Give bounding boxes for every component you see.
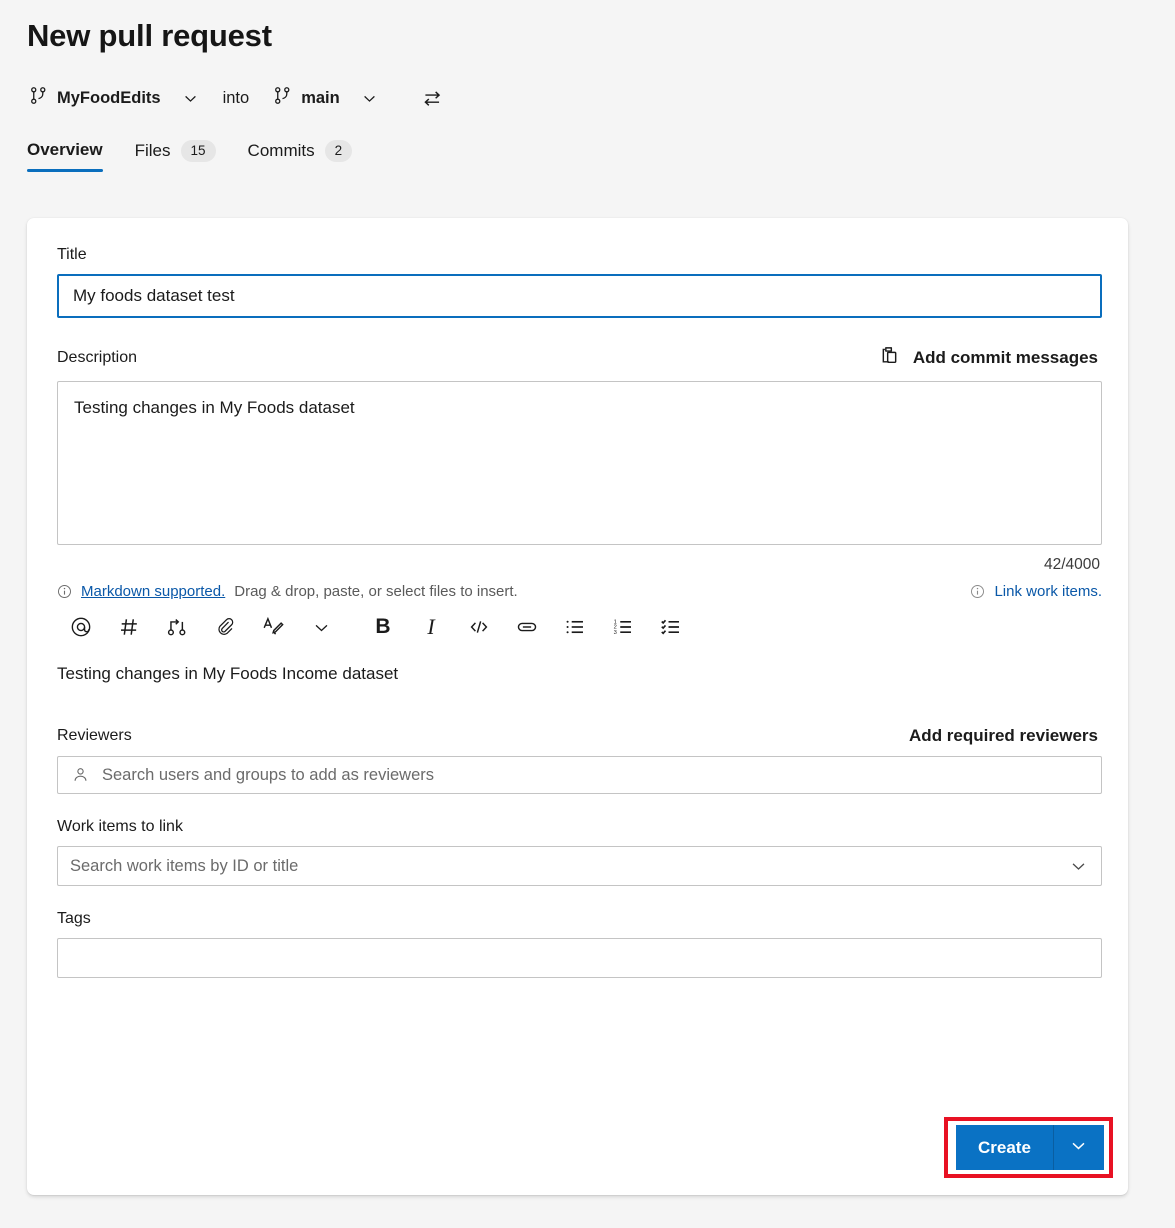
page-title: New pull request <box>27 18 272 54</box>
work-items-label: Work items to link <box>57 818 1102 836</box>
chevron-down-icon[interactable] <box>361 90 378 107</box>
info-icon <box>970 584 985 599</box>
tab-overview[interactable]: Overview <box>27 140 103 172</box>
tab-files-label: Files <box>135 141 171 161</box>
italic-icon[interactable]: I <box>407 610 455 644</box>
tab-files-count: 15 <box>181 140 216 162</box>
reviewers-input[interactable] <box>57 756 1102 794</box>
work-item-hash-icon[interactable] <box>105 610 153 644</box>
tab-overview-label: Overview <box>27 140 103 160</box>
description-label: Description <box>57 349 137 367</box>
title-label: Title <box>57 246 1102 264</box>
chevron-down-icon[interactable] <box>1069 857 1088 876</box>
tags-input[interactable] <box>57 938 1102 978</box>
bold-icon[interactable]: B <box>359 610 407 644</box>
code-icon[interactable] <box>455 610 503 644</box>
source-branch-selector[interactable]: MyFoodEdits <box>27 84 201 112</box>
into-label: into <box>223 89 250 108</box>
checklist-icon[interactable] <box>647 610 695 644</box>
markdown-toolbar: B I 1 <box>57 610 1102 644</box>
work-items-field <box>57 846 1102 886</box>
pull-request-tabs: Overview Files 15 Commits 2 <box>27 140 384 174</box>
source-branch-name: MyFoodEdits <box>57 89 161 108</box>
pull-request-form-card: Title Description Add commit messages <box>27 218 1128 1195</box>
markdown-hint: Markdown supported. Drag & drop, paste, … <box>57 583 518 600</box>
chevron-down-icon[interactable] <box>297 610 345 644</box>
bulleted-list-icon[interactable] <box>551 610 599 644</box>
character-counter: 42/4000 <box>57 556 1102 574</box>
copy-icon <box>879 345 900 371</box>
pull-request-icon[interactable] <box>153 610 201 644</box>
tab-files[interactable]: Files 15 <box>135 140 216 174</box>
markdown-supported-link[interactable]: Markdown supported. <box>81 583 225 600</box>
link-icon[interactable] <box>503 610 551 644</box>
reviewers-label: Reviewers <box>57 727 132 745</box>
tab-commits-label: Commits <box>248 141 315 161</box>
create-button-highlight <box>944 1117 1113 1178</box>
add-required-reviewers-button[interactable]: Add required reviewers <box>909 726 1102 746</box>
reviewers-field <box>57 756 1102 794</box>
tab-commits[interactable]: Commits 2 <box>248 140 353 174</box>
branch-icon <box>273 86 292 110</box>
work-items-input[interactable] <box>57 846 1102 886</box>
target-branch-selector[interactable]: main <box>271 84 380 112</box>
tags-label: Tags <box>57 910 1102 928</box>
reviewers-header: Reviewers Add required reviewers <box>57 726 1102 746</box>
chevron-down-icon[interactable] <box>182 90 199 107</box>
tab-commits-count: 2 <box>325 140 353 162</box>
numbered-list-icon[interactable]: 1 2 3 <box>599 610 647 644</box>
description-header: Description Add commit messages <box>57 345 1102 371</box>
description-textarea[interactable] <box>57 381 1102 545</box>
add-commit-messages-label: Add commit messages <box>913 348 1098 368</box>
branch-selector-bar: MyFoodEdits into main <box>27 82 443 114</box>
markdown-hint-text: Drag & drop, paste, or select files to i… <box>234 583 517 600</box>
swap-branches-icon[interactable] <box>422 88 443 109</box>
target-branch-name: main <box>301 89 340 108</box>
new-pull-request-page: New pull request MyFoodEdits into <box>0 0 1175 1228</box>
info-icon <box>57 584 72 599</box>
svg-text:3: 3 <box>614 630 617 636</box>
add-commit-messages-button[interactable]: Add commit messages <box>879 345 1102 371</box>
highlight-text-icon[interactable] <box>249 610 297 644</box>
person-icon <box>72 767 89 784</box>
link-work-items-label: Link work items. <box>994 583 1102 600</box>
editor-hint-row: Markdown supported. Drag & drop, paste, … <box>57 583 1102 600</box>
attach-icon[interactable] <box>201 610 249 644</box>
description-preview: Testing changes in My Foods Income datas… <box>57 664 1102 684</box>
tags-block: Tags <box>57 910 1102 978</box>
work-items-block: Work items to link <box>57 818 1102 886</box>
branch-icon <box>29 86 48 110</box>
link-work-items-link[interactable]: Link work items. <box>970 583 1102 600</box>
mention-icon[interactable] <box>57 610 105 644</box>
title-input[interactable] <box>57 274 1102 318</box>
